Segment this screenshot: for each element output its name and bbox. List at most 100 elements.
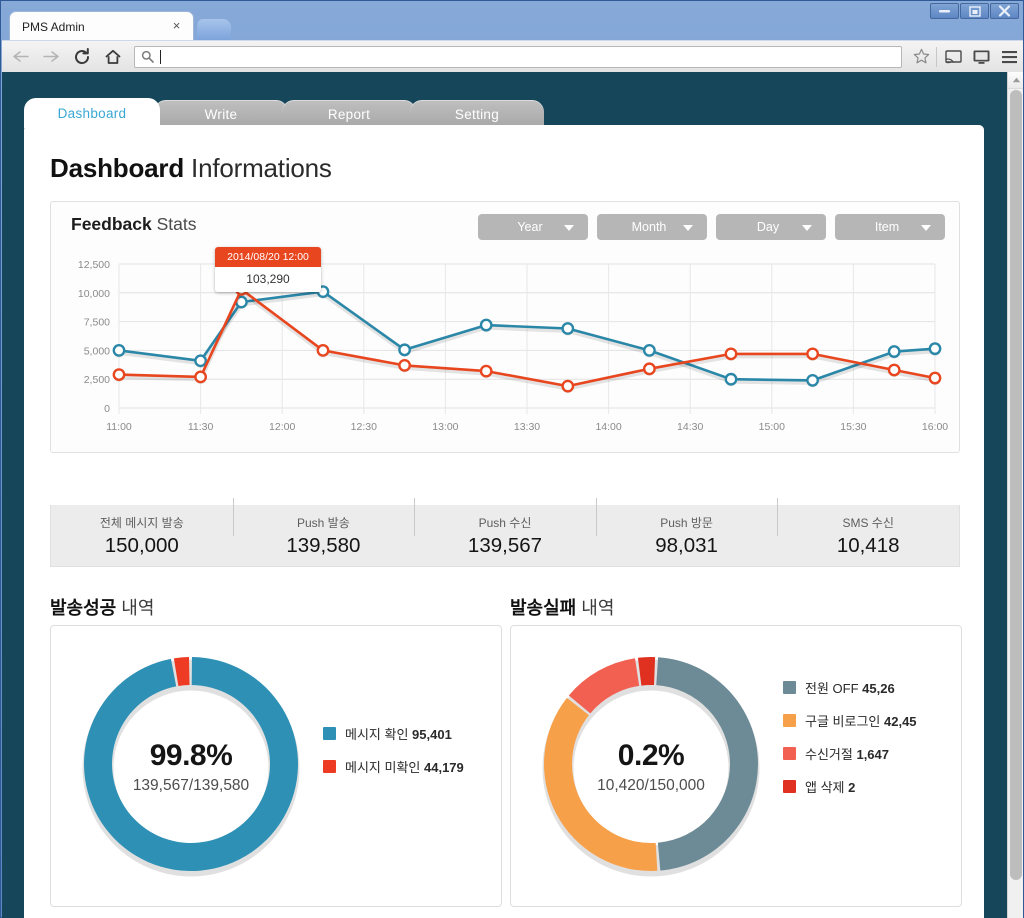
svg-text:12:00: 12:00 bbox=[269, 421, 295, 433]
legend-item[interactable]: 수신거절 1,647 bbox=[783, 744, 961, 763]
filter-item-label: Item bbox=[874, 220, 900, 234]
tab-setting-label: Setting bbox=[454, 106, 500, 122]
svg-text:0: 0 bbox=[104, 403, 110, 415]
success-heading-bold: 발송성공 bbox=[50, 598, 117, 618]
hamburger-menu-icon[interactable] bbox=[995, 44, 1023, 70]
failure-legend: 전원 OFF 45,26 구글 비로그인 42,45 수신거절 1,647 앱 … bbox=[783, 626, 961, 888]
forward-arrow-icon[interactable] bbox=[38, 44, 64, 70]
chevron-down-icon bbox=[683, 225, 693, 231]
summary-stats-strip: 전체 메시지 발송 150,000 Push 발송 139,580 Push 수… bbox=[50, 497, 960, 567]
failure-donut-chart[interactable]: 0.2% 10,420/150,000 bbox=[521, 636, 781, 898]
address-bar[interactable] bbox=[134, 45, 902, 68]
page-title: Dashboard Informations bbox=[50, 153, 984, 184]
page-title-light: Informations bbox=[191, 153, 332, 183]
stat-push-received: Push 수신 139,567 bbox=[414, 497, 596, 558]
tab-write[interactable]: Write bbox=[154, 100, 288, 128]
filter-year-dropdown[interactable]: Year bbox=[478, 214, 588, 240]
svg-text:12,500: 12,500 bbox=[78, 259, 110, 271]
legend-text: 구글 비로그인 42,45 bbox=[805, 714, 917, 729]
legend-text: 메시지 미확인 44,179 bbox=[345, 760, 464, 775]
tab-close-icon[interactable]: × bbox=[170, 19, 183, 33]
browser-tabstrip: PMS Admin × bbox=[1, 11, 1023, 41]
browser-tab[interactable]: PMS Admin × bbox=[9, 11, 194, 41]
home-icon[interactable] bbox=[100, 44, 126, 70]
filter-year-label: Year bbox=[517, 220, 543, 234]
svg-text:5,000: 5,000 bbox=[84, 345, 110, 357]
success-donut-svg bbox=[82, 657, 300, 877]
monitor-icon[interactable] bbox=[967, 44, 995, 70]
success-donut-chart[interactable]: 99.8% 139,567/139,580 bbox=[61, 636, 321, 898]
legend-text: 수신거절 1,647 bbox=[805, 747, 890, 762]
filter-day-dropdown[interactable]: Day bbox=[716, 214, 826, 240]
svg-text:10,000: 10,000 bbox=[78, 288, 110, 300]
tab-report[interactable]: Report bbox=[282, 100, 416, 128]
svg-text:13:00: 13:00 bbox=[432, 421, 458, 433]
svg-text:13:30: 13:30 bbox=[514, 421, 540, 433]
legend-swatch-icon bbox=[783, 780, 796, 793]
back-arrow-icon[interactable] bbox=[7, 44, 33, 70]
chart-tooltip: 2014/08/20 12:00 103,290 bbox=[215, 247, 321, 292]
svg-text:11:30: 11:30 bbox=[188, 421, 214, 433]
failure-heading-bold: 발송실패 bbox=[510, 598, 577, 618]
search-icon bbox=[141, 50, 154, 63]
stat-value: 139,580 bbox=[286, 533, 361, 557]
stat-label: 전체 메시지 발송 bbox=[99, 515, 184, 530]
svg-text:14:00: 14:00 bbox=[595, 421, 621, 433]
legend-swatch-icon bbox=[783, 714, 796, 727]
svg-text:14:30: 14:30 bbox=[677, 421, 703, 433]
stat-label: Push 발송 bbox=[297, 515, 350, 530]
failure-donut-svg bbox=[542, 657, 760, 877]
filter-month-dropdown[interactable]: Month bbox=[597, 214, 707, 240]
stat-value: 10,418 bbox=[836, 533, 900, 557]
legend-text: 앱 삭제 2 bbox=[805, 780, 856, 795]
scrollbar-thumb[interactable] bbox=[1010, 90, 1022, 880]
page-title-bold: Dashboard bbox=[50, 153, 185, 183]
legend-item[interactable]: 전원 OFF 45,26 bbox=[783, 678, 961, 697]
success-legend: 메시지 확인 95,401 메시지 미확인 44,179 bbox=[323, 626, 501, 888]
stat-total-messages: 전체 메시지 발송 150,000 bbox=[51, 514, 233, 558]
failure-heading-light: 내역 bbox=[581, 598, 615, 618]
stat-push-visits: Push 방문 98,031 bbox=[595, 497, 778, 558]
star-icon[interactable] bbox=[908, 44, 934, 70]
vertical-scrollbar[interactable] bbox=[1007, 72, 1023, 918]
feedback-title-bold: Feedback bbox=[71, 214, 152, 234]
legend-swatch-icon bbox=[783, 681, 796, 694]
line-chart[interactable]: 0 2,500 5,000 7,500 10,000 12,500 11:00 11:30 12… bbox=[51, 247, 961, 454]
legend-item[interactable]: 메시지 미확인 44,179 bbox=[323, 757, 501, 776]
legend-swatch-icon bbox=[323, 760, 336, 773]
cast-icon[interactable] bbox=[939, 44, 967, 70]
legend-text: 메시지 확인 95,401 bbox=[345, 727, 452, 742]
tab-report-label: Report bbox=[327, 106, 371, 122]
chevron-down-icon bbox=[802, 225, 812, 231]
legend-text: 전원 OFF 45,26 bbox=[805, 681, 895, 696]
svg-text:15:00: 15:00 bbox=[759, 421, 785, 433]
legend-item[interactable]: 앱 삭제 2 bbox=[783, 777, 961, 796]
feedback-stats-card: Feedback Stats Year Month Day Item 0 2,5… bbox=[50, 201, 960, 453]
app-tab-bar: Dashboard Write Report Setting bbox=[24, 98, 544, 128]
browser-tab-title: PMS Admin bbox=[22, 19, 85, 34]
stat-value: 150,000 bbox=[104, 533, 179, 557]
legend-item[interactable]: 구글 비로그인 42,45 bbox=[783, 711, 961, 730]
scroll-up-icon[interactable] bbox=[1008, 72, 1023, 89]
legend-item[interactable]: 메시지 확인 95,401 bbox=[323, 724, 501, 743]
feedback-stats-title: Feedback Stats bbox=[71, 214, 197, 235]
line-chart-svg: 0 2,500 5,000 7,500 10,000 12,500 11:00 11:30 12… bbox=[78, 259, 948, 433]
chart-tooltip-value: 103,290 bbox=[215, 267, 321, 292]
failure-section-heading: 발송실패 내역 bbox=[510, 594, 614, 620]
tab-dashboard[interactable]: Dashboard bbox=[24, 98, 160, 128]
success-donut-card: 99.8% 139,567/139,580 메시지 확인 95,401 메시지 … bbox=[50, 625, 502, 907]
svg-text:12:30: 12:30 bbox=[351, 421, 377, 433]
browser-window: PMS Admin × Dashboard Write Report Setti… bbox=[0, 0, 1024, 918]
filter-item-dropdown[interactable]: Item bbox=[835, 214, 945, 240]
tab-setting[interactable]: Setting bbox=[410, 100, 544, 128]
tab-dashboard-label: Dashboard bbox=[57, 105, 127, 121]
text-caret bbox=[160, 49, 161, 64]
svg-text:15:30: 15:30 bbox=[840, 421, 866, 433]
feedback-filter-group: Year Month Day Item bbox=[478, 214, 945, 240]
new-tab-button[interactable] bbox=[196, 19, 232, 41]
tab-write-label: Write bbox=[204, 106, 238, 122]
dashboard-panel: Dashboard Informations Feedback Stats Ye… bbox=[24, 125, 984, 918]
filter-month-label: Month bbox=[631, 220, 667, 234]
legend-swatch-icon bbox=[783, 747, 796, 760]
reload-icon[interactable] bbox=[69, 44, 95, 70]
